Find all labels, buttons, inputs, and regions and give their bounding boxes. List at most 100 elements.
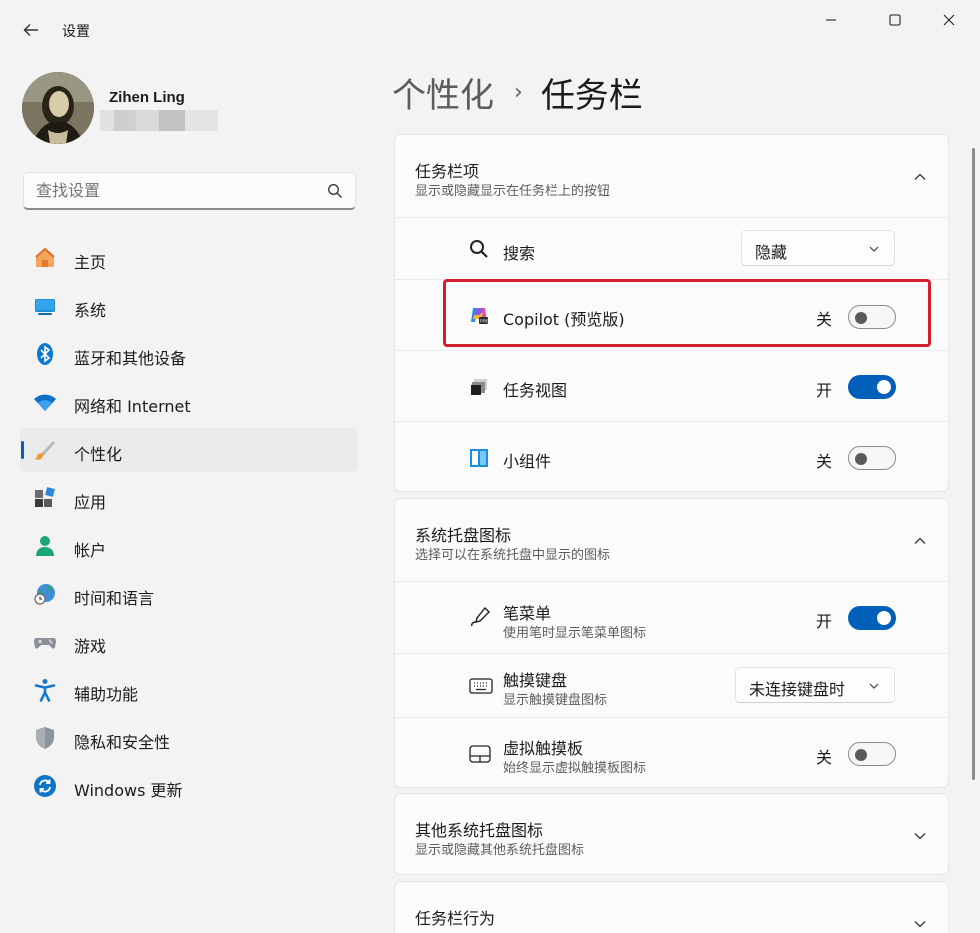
user-email-redacted [100, 110, 218, 131]
search-mode-dropdown[interactable]: 隐藏 [741, 230, 895, 266]
maximize-icon [889, 14, 901, 26]
chevron-down-icon [869, 683, 879, 689]
sidebar-item-windows-update[interactable]: Windows 更新 [20, 764, 358, 808]
chevron-down-icon[interactable] [912, 828, 928, 844]
section-subtitle: 选择可以在系统托盘中显示的图标 [415, 548, 611, 563]
toggle-knob [877, 380, 891, 394]
update-icon [34, 775, 56, 797]
chevron-up-icon[interactable] [912, 533, 928, 549]
brush-icon [35, 441, 55, 460]
sidebar-item-label: 个性化 [74, 445, 123, 464]
virtual-touchpad-row: 虚拟触摸板 始终显示虚拟触摸板图标 关 [395, 717, 948, 787]
section-subtitle: 显示或隐藏显示在任务栏上的按钮 [415, 184, 611, 199]
title-bar: 设置 [0, 0, 980, 60]
page-title: 任务栏 [540, 76, 643, 116]
virtual-touchpad-label: 虚拟触摸板 [503, 739, 584, 758]
widgets-state-text: 关 [815, 452, 832, 471]
sidebar-item-personalization[interactable]: 个性化 [20, 428, 358, 472]
sidebar-item-label: 游戏 [74, 637, 107, 656]
touch-keyboard-dropdown[interactable]: 未连接键盘时 [735, 667, 895, 703]
toggle-knob [877, 611, 891, 625]
close-button[interactable] [926, 6, 972, 34]
section-title: 任务栏行为 [415, 909, 496, 928]
sidebar-item-apps[interactable]: 应用 [20, 476, 358, 520]
sidebar-item-label: 蓝牙和其他设备 [74, 349, 187, 368]
keyboard-icon [469, 678, 493, 694]
sidebar-item-label: Windows 更新 [74, 781, 183, 800]
accessibility-icon [34, 679, 56, 702]
back-arrow-icon [23, 24, 38, 36]
chevron-down-icon[interactable] [912, 916, 928, 932]
breadcrumb-parent[interactable]: 个性化 [392, 68, 494, 117]
back-button[interactable] [18, 18, 44, 42]
widgets-toggle[interactable] [848, 446, 896, 470]
sidebar-item-home[interactable]: 主页 [20, 236, 358, 280]
sidebar-item-label: 网络和 Internet [74, 397, 191, 416]
sidebar-item-bluetooth[interactable]: 蓝牙和其他设备 [20, 332, 358, 376]
sidebar-item-system[interactable]: 系统 [20, 284, 358, 328]
touch-keyboard-label: 触摸键盘 [503, 671, 568, 690]
touch-keyboard-row: 触摸键盘 显示触摸键盘图标 未连接键盘时 [395, 653, 948, 717]
pen-menu-label: 笔菜单 [503, 604, 552, 623]
sidebar-item-gaming[interactable]: 游戏 [20, 620, 358, 664]
time-language-icon [34, 584, 55, 605]
sidebar-item-time-language[interactable]: 时间和语言 [20, 572, 358, 616]
section-subtitle: 显示或隐藏其他系统托盘图标 [415, 843, 585, 858]
gamepad-icon [34, 638, 56, 649]
touch-keyboard-description: 显示触摸键盘图标 [503, 693, 608, 708]
sidebar-item-privacy[interactable]: 隐私和安全性 [20, 716, 358, 760]
search-icon [470, 240, 488, 258]
search-row: 搜索 隐藏 [395, 217, 948, 279]
dropdown-value: 隐藏 [755, 243, 788, 262]
chevron-down-icon [869, 246, 879, 252]
task-view-state-text: 开 [815, 381, 832, 400]
task-view-icon [471, 379, 487, 395]
apps-icon [35, 487, 55, 507]
virtual-touchpad-state-text: 关 [815, 748, 832, 767]
sidebar-item-accounts[interactable]: 帐户 [20, 524, 358, 568]
avatar[interactable] [22, 72, 94, 144]
home-icon [35, 247, 55, 267]
system-tray-card: 系统托盘图标 选择可以在系统托盘中显示的图标 笔菜单 使用笔时显示笔菜单图标 开… [394, 498, 949, 788]
chevron-up-icon[interactable] [912, 169, 928, 185]
copilot-highlight-box [443, 279, 931, 347]
virtual-touchpad-toggle[interactable] [848, 742, 896, 766]
active-indicator [21, 441, 24, 459]
maximize-button[interactable] [872, 6, 918, 34]
system-tray-header[interactable]: 系统托盘图标 选择可以在系统托盘中显示的图标 [395, 499, 948, 581]
shield-icon [36, 727, 54, 749]
breadcrumb: 个性化 › 任务栏 [392, 68, 643, 117]
pen-icon [471, 606, 490, 627]
search-icon[interactable] [327, 183, 343, 199]
sidebar-item-accessibility[interactable]: 辅助功能 [20, 668, 358, 712]
section-title: 系统托盘图标 [415, 526, 512, 545]
pen-menu-row: 笔菜单 使用笔时显示笔菜单图标 开 [395, 581, 948, 653]
breadcrumb-separator-icon: › [514, 80, 523, 105]
taskbar-items-header[interactable]: 任务栏项 显示或隐藏显示在任务栏上的按钮 [395, 135, 948, 217]
task-view-row: 任务视图 开 [395, 350, 948, 421]
task-view-label: 任务视图 [503, 381, 568, 400]
section-title: 其他系统托盘图标 [415, 821, 544, 840]
section-title: 任务栏项 [415, 162, 480, 181]
other-tray-icons-card[interactable]: 其他系统托盘图标 显示或隐藏其他系统托盘图标 [394, 793, 949, 875]
scrollbar[interactable] [972, 148, 975, 780]
virtual-touchpad-description: 始终显示虚拟触摸板图标 [503, 761, 647, 776]
app-title: 设置 [62, 24, 90, 40]
sidebar-item-label: 隐私和安全性 [74, 733, 171, 752]
bluetooth-icon [37, 343, 53, 365]
search-input[interactable] [36, 181, 316, 200]
widgets-label: 小组件 [503, 452, 552, 471]
sidebar-item-network[interactable]: 网络和 Internet [20, 380, 358, 424]
sidebar-item-label: 应用 [74, 493, 107, 512]
taskbar-behavior-card[interactable]: 任务栏行为 [394, 881, 949, 933]
widgets-icon [470, 449, 488, 467]
sidebar-item-label: 辅助功能 [74, 685, 139, 704]
search-label: 搜索 [503, 244, 536, 263]
pen-menu-state-text: 开 [815, 612, 832, 631]
account-icon [36, 536, 54, 556]
task-view-toggle[interactable] [848, 375, 896, 399]
dropdown-value: 未连接键盘时 [749, 680, 846, 699]
pen-menu-toggle[interactable] [848, 606, 896, 630]
search-box[interactable] [23, 172, 356, 210]
minimize-button[interactable] [808, 6, 854, 34]
